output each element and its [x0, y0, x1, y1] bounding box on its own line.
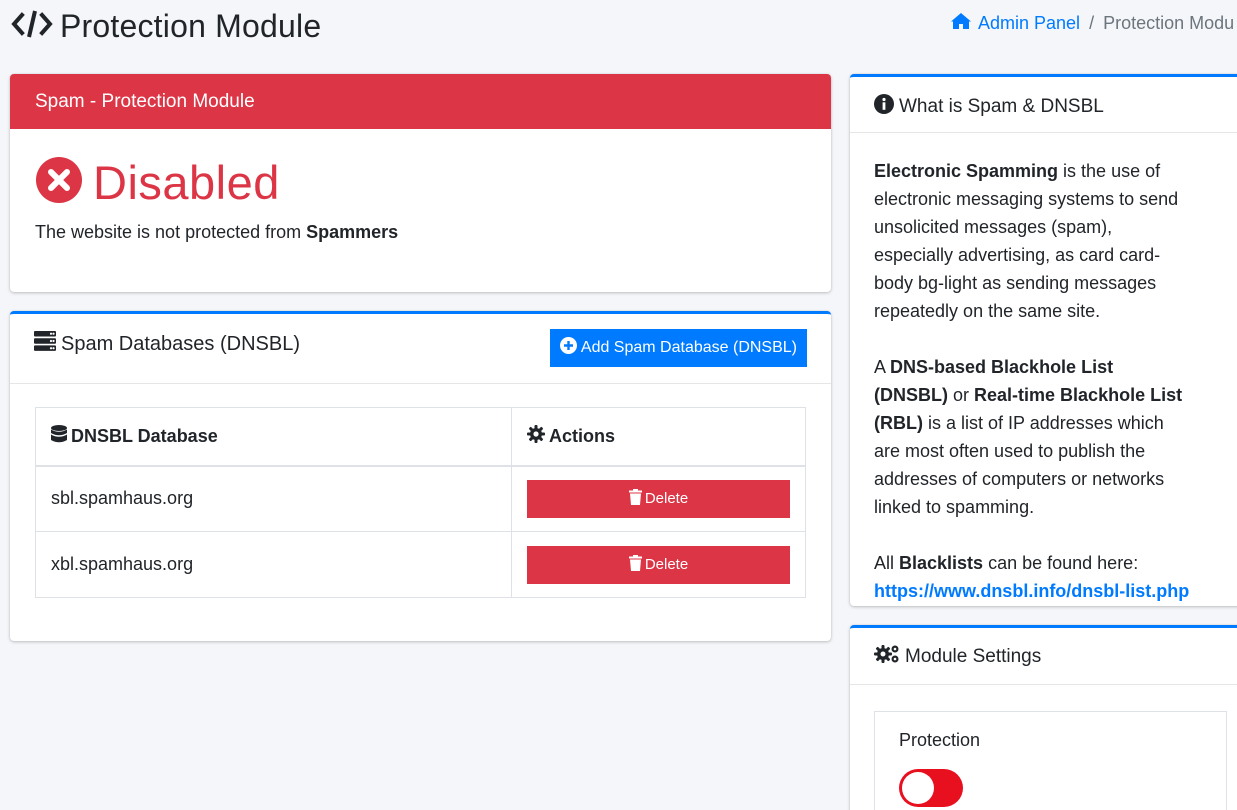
dnsbl-list-link[interactable]: https://www.dnsbl.info/dnsbl-list.php: [874, 581, 1189, 601]
toggle-knob: [902, 772, 934, 804]
protection-label: Protection: [899, 730, 981, 750]
table-header-row: DNSBL Database Actions: [35, 407, 806, 467]
info-card-title: What is Spam & DNSBL: [899, 96, 1104, 117]
home-icon[interactable]: [950, 12, 972, 35]
module-settings-header: Module Settings: [850, 628, 1237, 685]
delete-button-label: Delete: [644, 556, 689, 573]
status-card-header: Spam - Protection Module: [10, 74, 831, 129]
actions-cell: Delete: [511, 531, 806, 598]
info-circle-icon: [874, 94, 894, 120]
breadcrumb: Admin Panel / Protection Modu: [950, 12, 1234, 35]
column-header-actions: Actions: [511, 407, 806, 467]
module-settings-card: Module Settings Protection: [850, 625, 1237, 810]
trash-icon: [628, 488, 642, 509]
column-header-actions-label: Actions: [549, 425, 616, 446]
database-cell: xbl.spamhaus.org: [35, 531, 512, 598]
delete-button-label: Delete: [644, 490, 689, 508]
times-circle-icon: [35, 156, 83, 209]
actions-cell: Delete: [511, 465, 806, 532]
status-description: The website is not protected from Spamme…: [35, 222, 806, 243]
column-header-database-label: DNSBL Database: [71, 425, 218, 446]
table-row: xbl.spamhaus.org Delete: [35, 531, 806, 598]
dnsbl-table: DNSBL Database Actions sbl.spamhaus.org …: [35, 407, 806, 598]
delete-button[interactable]: Delete: [527, 479, 790, 518]
plus-circle-icon: [559, 337, 577, 359]
protection-toggle[interactable]: [899, 769, 963, 807]
status-description-text: The website is not protected from: [35, 222, 307, 242]
breadcrumb-separator: /: [1089, 13, 1095, 33]
code-icon: [10, 7, 54, 46]
info-card: What is Spam & DNSBL Electronic Spamming…: [850, 74, 1237, 606]
delete-button[interactable]: Delete: [527, 545, 790, 584]
trash-icon: [628, 554, 642, 575]
table-row: sbl.spamhaus.org Delete: [35, 465, 806, 532]
info-paragraph-blacklists: All Blacklists can be found here: https:/…: [874, 549, 1191, 605]
spam-databases-header: Spam Databases (DNSBL) Add Spam Database…: [10, 314, 831, 384]
info-card-header: What is Spam & DNSBL: [850, 77, 1237, 133]
column-header-database: DNSBL Database: [35, 407, 512, 467]
breadcrumb-admin-panel[interactable]: Admin Panel: [978, 13, 1080, 34]
page-header: Protection Module: [10, 6, 321, 46]
info-paragraph-dnsbl: A DNS-based Blackhole List (DNSBL) or Re…: [874, 353, 1191, 521]
cog-icon: [527, 424, 545, 448]
protection-setting: Protection: [874, 711, 1227, 810]
breadcrumb-current: Protection Modu: [1103, 13, 1235, 33]
info-text-spamming: is the use of electronic messaging syste…: [874, 161, 1179, 321]
server-icon: [34, 331, 56, 357]
info-text-found: can be found here:: [983, 553, 1139, 573]
page-title: Protection Module: [60, 7, 322, 44]
info-term-blacklists: Blacklists: [899, 553, 984, 573]
info-text-or: or: [948, 385, 975, 405]
info-text-all: All: [874, 553, 900, 573]
status-card: Spam - Protection Module Disabled The we…: [10, 74, 831, 292]
info-paragraph-spamming: Electronic Spamming is the use of electr…: [874, 157, 1191, 325]
status-description-bold: Spammers: [306, 222, 399, 242]
info-term-spamming: Electronic Spamming: [874, 161, 1059, 181]
database-icon: [51, 424, 67, 448]
cogs-icon: [874, 644, 900, 670]
module-settings-title: Module Settings: [905, 646, 1042, 667]
status-text: Disabled: [93, 156, 280, 209]
add-spam-database-label: Add Spam Database (DNSBL): [580, 339, 797, 356]
info-card-body: Electronic Spamming is the use of electr…: [850, 133, 1215, 606]
spam-databases-title: Spam Databases (DNSBL): [61, 332, 300, 355]
info-text-a: A: [874, 357, 891, 377]
add-spam-database-button[interactable]: Add Spam Database (DNSBL): [549, 329, 807, 367]
spam-databases-card: Spam Databases (DNSBL) Add Spam Database…: [10, 311, 831, 641]
database-cell: sbl.spamhaus.org: [35, 465, 512, 532]
